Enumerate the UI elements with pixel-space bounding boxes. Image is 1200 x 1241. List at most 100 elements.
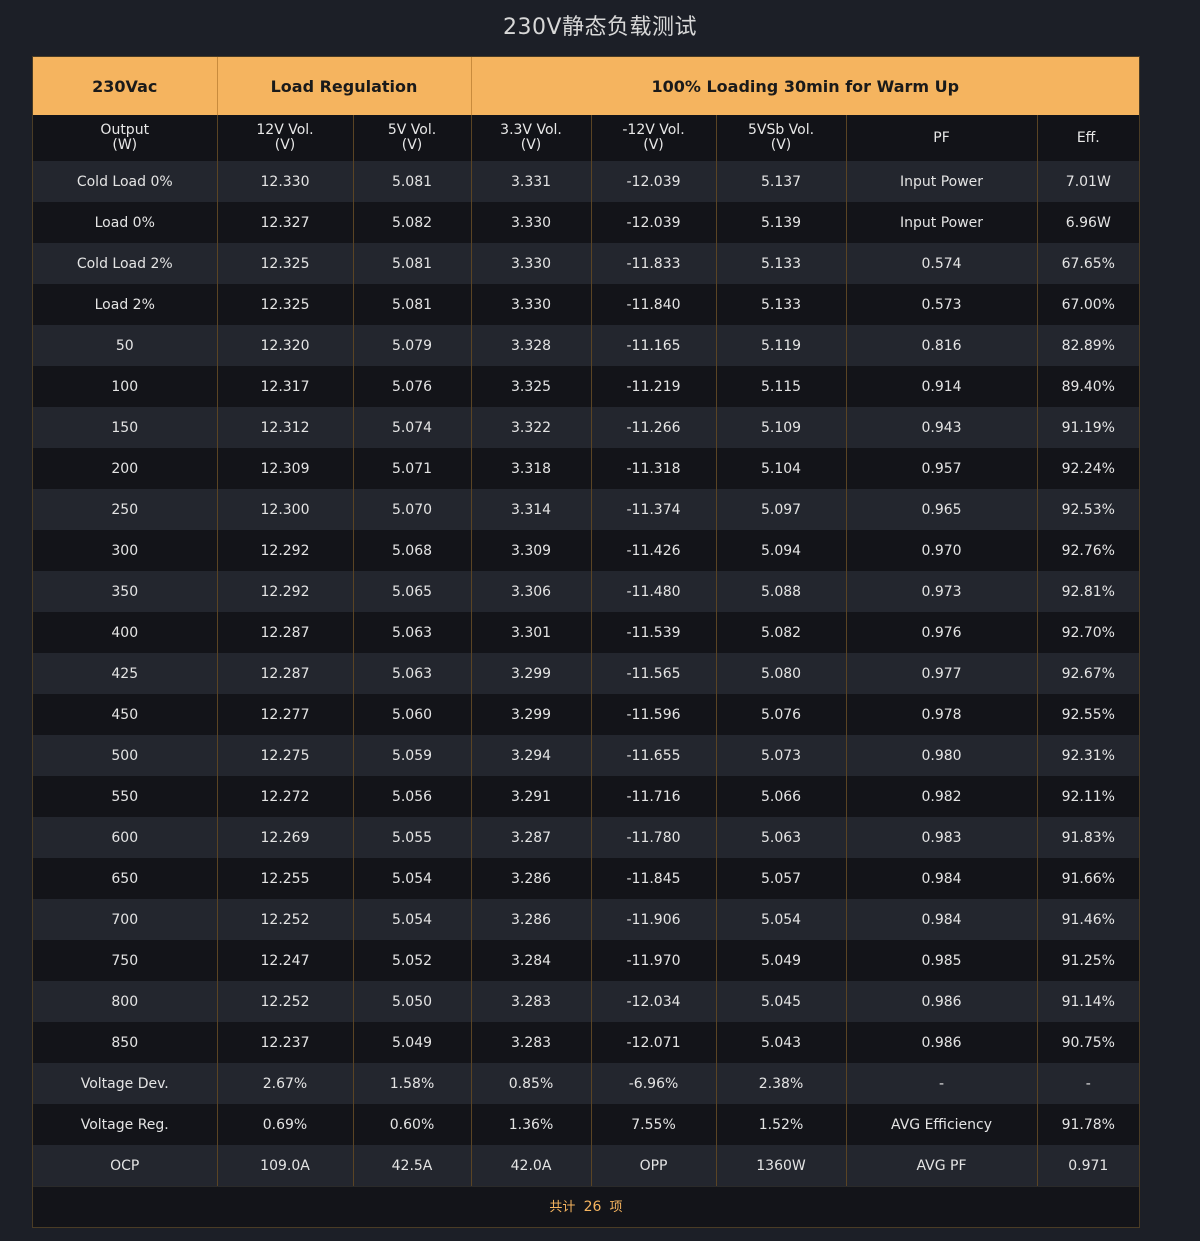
table-cell: 5.066 — [715, 776, 847, 817]
table-cell: 300 — [33, 530, 217, 571]
table-cell: -11.480 — [590, 571, 717, 612]
table-cell: 700 — [33, 899, 217, 940]
table-cell: 3.283 — [470, 981, 592, 1022]
table-cell: 12.327 — [216, 202, 353, 243]
table-row: 650 12.255 5.054 3.286 -11.845 5.057 0.984 91.6… — [33, 858, 1140, 899]
data-table-container: 230Vac Load Regulation 100% Loading 30mi… — [32, 56, 1140, 1228]
table-row: 425 12.287 5.063 3.299 -11.565 5.080 0.977 92.6… — [33, 653, 1140, 694]
column-header-name: 5VSb Vol. — [747, 122, 815, 138]
table-cell: 3.299 — [470, 653, 592, 694]
page-title: 230V静态负载测试 — [502, 15, 698, 40]
footer-count: 26 — [583, 1199, 602, 1215]
table-cell: 750 — [33, 940, 217, 981]
table-cell: -6.96% — [590, 1063, 717, 1104]
table-row: 800 12.252 5.050 3.283 -12.034 5.045 0.986 91.1… — [33, 981, 1140, 1022]
table-cell: 2.67% — [216, 1063, 353, 1104]
table-cell: 12.275 — [216, 735, 353, 776]
table-cell: 850 — [33, 1022, 217, 1063]
table-cell: 12.255 — [216, 858, 353, 899]
table-cell: 0.983 — [845, 817, 1038, 858]
table-cell: 1360W — [715, 1145, 847, 1186]
table-cell: 450 — [33, 694, 217, 735]
table-cell: 5.065 — [352, 571, 472, 612]
table-row: 250 12.300 5.070 3.314 -11.374 5.097 0.965 92.5… — [33, 489, 1140, 530]
table-cell: 3.287 — [470, 817, 592, 858]
table-cell: 92.81% — [1036, 571, 1140, 612]
table-cell: 0.943 — [845, 407, 1038, 448]
table-cell: 550 — [33, 776, 217, 817]
table-cell: 0.957 — [845, 448, 1038, 489]
table-cell: OCP — [33, 1145, 217, 1186]
table-cell: -11.906 — [590, 899, 717, 940]
table-cell: 0.977 — [845, 653, 1038, 694]
table-cell: 5.088 — [715, 571, 847, 612]
table-cell: -11.780 — [590, 817, 717, 858]
table-cell: 150 — [33, 407, 217, 448]
table-cell: 5.081 — [352, 161, 472, 202]
table-cell: 12.330 — [216, 161, 353, 202]
table-cell: 5.071 — [352, 448, 472, 489]
table-cell: 5.119 — [715, 325, 847, 366]
table-cell: 5.081 — [352, 284, 472, 325]
table-cell: 5.082 — [352, 202, 472, 243]
table-cell: 0.965 — [845, 489, 1038, 530]
table-cell: 5.073 — [715, 735, 847, 776]
table-row: 100 12.317 5.076 3.325 -11.219 5.115 0.914 89.4… — [33, 366, 1140, 407]
table-cell: 400 — [33, 612, 217, 653]
table-row: Cold Load 2% 12.325 5.081 3.330 -11.833 5.133… — [33, 243, 1140, 284]
table-cell: Cold Load 2% — [33, 243, 217, 284]
table-cell: 3.330 — [470, 202, 592, 243]
table-row: 200 12.309 5.071 3.318 -11.318 5.104 0.957 92.2… — [33, 448, 1140, 489]
table-row: Load 2% 12.325 5.081 3.330 -11.840 5.133 0.573… — [33, 284, 1140, 325]
table-cell: - — [1036, 1063, 1140, 1104]
table-cell: 91.14% — [1036, 981, 1140, 1022]
table-cell: 92.76% — [1036, 530, 1140, 571]
table-cell: 200 — [33, 448, 217, 489]
table-cell: 3.291 — [470, 776, 592, 817]
table-cell: 650 — [33, 858, 217, 899]
table-cell: 92.67% — [1036, 653, 1140, 694]
group-header-warm-up: 100% Loading 30min for Warm Up — [470, 57, 1140, 115]
table-cell: 5.070 — [352, 489, 472, 530]
table-cell: 12.292 — [216, 530, 353, 571]
load-test-table: 230Vac Load Regulation 100% Loading 30mi… — [33, 57, 1140, 1186]
table-row: 500 12.275 5.059 3.294 -11.655 5.073 0.980 92.3… — [33, 735, 1140, 776]
column-header-unit: (V) — [643, 137, 664, 153]
table-cell: 3.306 — [470, 571, 592, 612]
table-cell: 5.133 — [715, 284, 847, 325]
column-header-unit: (W) — [112, 137, 138, 153]
table-cell: 7.01W — [1036, 161, 1140, 202]
table-cell: 5.054 — [352, 899, 472, 940]
column-header-unit: (V) — [274, 137, 296, 153]
table-cell: 3.283 — [470, 1022, 592, 1063]
table-cell: 91.66% — [1036, 858, 1140, 899]
table-cell: 0.984 — [845, 858, 1038, 899]
table-cell: 5.045 — [715, 981, 847, 1022]
table-cell: 3.330 — [470, 284, 592, 325]
table-cell: 1.52% — [715, 1104, 847, 1145]
table-cell: -11.833 — [590, 243, 717, 284]
table-cell: -11.266 — [590, 407, 717, 448]
table-cell: 12.325 — [216, 284, 353, 325]
table-cell: 5.043 — [715, 1022, 847, 1063]
table-cell: 67.65% — [1036, 243, 1140, 284]
table-cell: -12.039 — [590, 202, 717, 243]
table-cell: 5.081 — [352, 243, 472, 284]
table-cell: 5.074 — [352, 407, 472, 448]
table-cell: 100 — [33, 366, 217, 407]
table-cell: -11.716 — [590, 776, 717, 817]
table-cell: 0.971 — [1036, 1145, 1140, 1186]
table-cell: 500 — [33, 735, 217, 776]
table-cell: -12.071 — [590, 1022, 717, 1063]
table-cell: -11.840 — [590, 284, 717, 325]
table-cell: 92.55% — [1036, 694, 1140, 735]
table-cell: 0.986 — [845, 981, 1038, 1022]
table-cell: 6.96W — [1036, 202, 1140, 243]
table-row: 300 12.292 5.068 3.309 -11.426 5.094 0.970 92.7… — [33, 530, 1140, 571]
table-cell: 5.054 — [715, 899, 847, 940]
table-cell: 12.320 — [216, 325, 353, 366]
table-cell: 0.980 — [845, 735, 1038, 776]
table-cell: 5.057 — [715, 858, 847, 899]
column-header-name: Output — [100, 122, 150, 138]
column-header: 5VSb Vol. (V) — [715, 115, 847, 161]
